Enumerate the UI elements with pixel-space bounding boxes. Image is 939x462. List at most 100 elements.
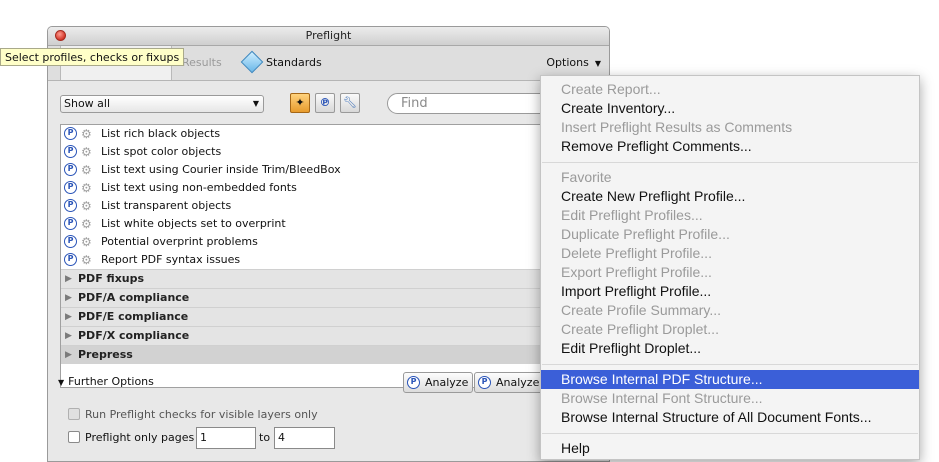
check-icon: P bbox=[64, 127, 77, 140]
menu-item-profile-summary[interactable]: Create Profile Summary... bbox=[541, 301, 919, 320]
check-icon: P bbox=[64, 217, 77, 230]
only-pages-checkbox[interactable] bbox=[68, 431, 80, 443]
standards-icon bbox=[240, 50, 264, 74]
list-item-label: List white objects set to overprint bbox=[101, 217, 286, 230]
to-page-value: 4 bbox=[278, 431, 285, 444]
group-pdfx-compliance[interactable]: ▶ PDF/X compliance bbox=[61, 326, 599, 345]
group-label: PDF/E compliance bbox=[78, 310, 189, 323]
menu-separator bbox=[542, 162, 918, 163]
list-item-label: Potential overprint problems bbox=[101, 235, 258, 248]
analyze-fix-icon: P bbox=[478, 376, 491, 389]
menu-item-edit-droplet[interactable]: Edit Preflight Droplet... bbox=[541, 339, 919, 358]
tab-results[interactable]: Results bbox=[178, 46, 222, 80]
show-filter-value: Show all bbox=[64, 97, 111, 110]
analyze-and-fix-button[interactable]: P Analyze bbox=[474, 372, 544, 393]
menu-item-create-inventory[interactable]: Create Inventory... bbox=[541, 99, 919, 118]
check-icon: P bbox=[64, 235, 77, 248]
list-item-label: Report PDF syntax issues bbox=[101, 253, 241, 266]
tab-standards[interactable]: Standards bbox=[240, 46, 322, 80]
wrench-icon: ⚙ bbox=[81, 127, 92, 141]
only-pages-label: Preflight only pages bbox=[85, 431, 195, 444]
menu-item-delete-profile[interactable]: Delete Preflight Profile... bbox=[541, 244, 919, 263]
from-page-field[interactable]: 1 bbox=[196, 427, 256, 449]
list-item-label: List spot color objects bbox=[101, 145, 222, 158]
group-pdfe-compliance[interactable]: ▶ PDF/E compliance bbox=[61, 307, 599, 326]
group-label: PDF/X compliance bbox=[78, 329, 190, 342]
checks-list[interactable]: P ⚙ List rich black objects P ⚙ List spot co… bbox=[60, 124, 600, 388]
profiles-icon: ✦ bbox=[295, 96, 305, 109]
group-label: PDF fixups bbox=[78, 272, 145, 285]
options-label: Options bbox=[546, 56, 589, 69]
menu-item-create-report[interactable]: Create Report... bbox=[541, 80, 919, 99]
check-icon: P bbox=[64, 163, 77, 176]
tab-standards-label: Standards bbox=[266, 56, 322, 69]
to-page-field[interactable]: 4 bbox=[274, 427, 335, 449]
menu-item-label: Create Inventory... bbox=[561, 100, 676, 116]
wrench-icon: ⚙ bbox=[81, 163, 92, 177]
group-label: Prepress bbox=[78, 348, 133, 361]
menu-item-import-profile[interactable]: Import Preflight Profile... bbox=[541, 282, 919, 301]
only-pages-option[interactable]: Preflight only pages bbox=[68, 429, 194, 447]
list-item[interactable]: P ⚙ List transparent objects bbox=[61, 197, 599, 215]
list-item[interactable]: P ⚙ Report PDF syntax issues bbox=[61, 251, 599, 269]
wrench-icon: 🔧︎ bbox=[343, 96, 357, 109]
visible-layers-option[interactable]: Run Preflight checks for visible layers … bbox=[68, 406, 318, 424]
list-item[interactable]: P ⚙ List rich black objects bbox=[61, 125, 599, 143]
menu-item-label: Create Preflight Droplet... bbox=[561, 321, 719, 337]
menu-item-browse-pdf-structure[interactable]: Browse Internal PDF Structure... bbox=[541, 370, 919, 389]
close-window-button[interactable] bbox=[55, 30, 66, 41]
menu-item-label: Browse Internal Structure of All Documen… bbox=[561, 409, 872, 425]
menu-item-label: Delete Preflight Profile... bbox=[561, 245, 712, 261]
list-item[interactable]: P ⚙ List text using Courier inside Trim/Bl… bbox=[61, 161, 599, 179]
analyze-button[interactable]: P Analyze bbox=[403, 372, 474, 393]
list-item-label: List text using Courier inside Trim/Blee… bbox=[101, 163, 341, 176]
menu-item-browse-all-fonts[interactable]: Browse Internal Structure of All Documen… bbox=[541, 408, 919, 427]
menu-item-label: Duplicate Preflight Profile... bbox=[561, 226, 730, 242]
menu-item-label: Create Report... bbox=[561, 81, 661, 97]
menu-item-label: Favorite bbox=[561, 169, 612, 185]
further-options-toggle[interactable]: ▼ Further Options bbox=[58, 375, 154, 388]
menu-item-insert-results-comments[interactable]: Insert Preflight Results as Comments bbox=[541, 118, 919, 137]
menu-item-export-profile[interactable]: Export Preflight Profile... bbox=[541, 263, 919, 282]
menu-item-label: Help bbox=[561, 440, 590, 456]
menu-item-create-droplet[interactable]: Create Preflight Droplet... bbox=[541, 320, 919, 339]
check-icon: P bbox=[64, 199, 77, 212]
further-options-label: Further Options bbox=[68, 375, 154, 388]
show-fixups-button[interactable]: 🔧︎ bbox=[340, 93, 360, 113]
menu-item-help[interactable]: Help bbox=[541, 439, 919, 458]
to-label: to bbox=[259, 431, 271, 444]
disclosure-triangle-icon: ▶ bbox=[65, 312, 72, 322]
menu-item-label: Browse Internal Font Structure... bbox=[561, 390, 763, 406]
group-pdfa-compliance[interactable]: ▶ PDF/A compliance bbox=[61, 288, 599, 307]
list-item[interactable]: P ⚙ List spot color objects bbox=[61, 143, 599, 161]
menu-item-create-profile[interactable]: Create New Preflight Profile... bbox=[541, 187, 919, 206]
list-item[interactable]: P ⚙ List text using non-embedded fonts bbox=[61, 179, 599, 197]
disclosure-triangle-icon: ▶ bbox=[65, 350, 72, 360]
wrench-icon: ⚙ bbox=[81, 217, 92, 231]
menu-item-browse-font-structure[interactable]: Browse Internal Font Structure... bbox=[541, 389, 919, 408]
show-profiles-button[interactable]: ✦ bbox=[290, 93, 310, 113]
menu-separator bbox=[542, 364, 918, 365]
list-item[interactable]: P ⚙ List white objects set to overprint bbox=[61, 215, 599, 233]
disclosure-triangle-icon: ▶ bbox=[65, 331, 72, 341]
visible-layers-checkbox[interactable] bbox=[68, 408, 80, 420]
disclosure-triangle-icon: ▶ bbox=[65, 274, 72, 284]
group-label: PDF/A compliance bbox=[78, 291, 190, 304]
menu-item-edit-profiles[interactable]: Edit Preflight Profiles... bbox=[541, 206, 919, 225]
group-prepress[interactable]: ▶ Prepress bbox=[61, 345, 599, 364]
show-filter-select[interactable]: Show all ▼ bbox=[60, 95, 264, 113]
menu-item-favorite[interactable]: Favorite bbox=[541, 168, 919, 187]
menu-item-label: Create New Preflight Profile... bbox=[561, 188, 746, 204]
menu-item-duplicate-profile[interactable]: Duplicate Preflight Profile... bbox=[541, 225, 919, 244]
list-item[interactable]: P ⚙ Potential overprint problems bbox=[61, 233, 599, 251]
analyze-label: Analyze bbox=[425, 376, 469, 389]
show-checks-button[interactable]: ℗ bbox=[315, 93, 335, 113]
group-pdf-fixups[interactable]: ▶ PDF fixups bbox=[61, 269, 599, 288]
from-page-value: 1 bbox=[200, 431, 207, 444]
visible-layers-label: Run Preflight checks for visible layers … bbox=[85, 408, 318, 421]
menu-item-remove-comments[interactable]: Remove Preflight Comments... bbox=[541, 137, 919, 156]
analyze-fix-label: Analyze bbox=[496, 376, 540, 389]
check-icon: P bbox=[64, 181, 77, 194]
list-item-label: List transparent objects bbox=[101, 199, 232, 212]
find-placeholder: Find bbox=[401, 96, 428, 111]
